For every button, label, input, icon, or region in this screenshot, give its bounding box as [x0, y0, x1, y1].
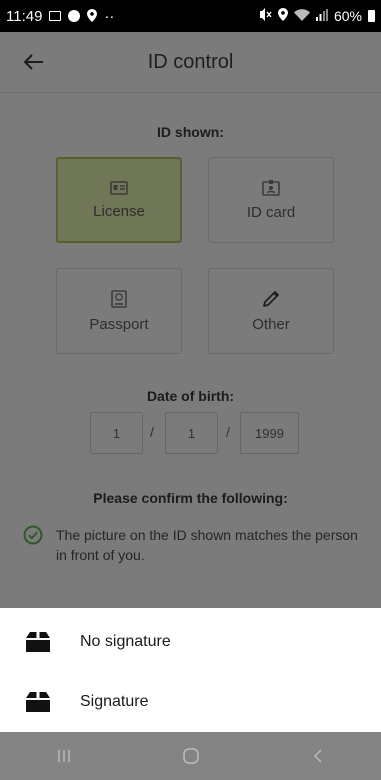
dob-separator: /: [150, 424, 154, 440]
license-icon: [110, 180, 128, 195]
back-arrow-icon[interactable]: [18, 46, 50, 78]
no-signature-label: No signature: [80, 633, 171, 650]
id-shown-title: ID shown:: [157, 124, 224, 140]
date-of-birth-section: Date of birth: 1 / 1 / 1999: [0, 388, 381, 454]
recent-apps-button[interactable]: [34, 736, 94, 776]
dob-month-input[interactable]: 1: [165, 412, 218, 454]
back-chevron-icon: [313, 749, 321, 763]
battery-percent: 60%: [333, 8, 362, 24]
id-option-label: ID card: [246, 203, 296, 221]
back-button[interactable]: [288, 736, 348, 776]
location-icon: [277, 8, 288, 24]
signature-option[interactable]: Signature: [0, 672, 381, 732]
box-icon: [26, 632, 50, 652]
signal-icon: [315, 8, 328, 24]
id-option-id-card[interactable]: ID card: [208, 157, 334, 243]
location-icon: [87, 8, 98, 24]
more-notifications: ··: [104, 7, 115, 25]
page-title: ID control: [147, 50, 234, 73]
id-option-label: Other: [252, 315, 290, 333]
pencil-icon: [263, 290, 279, 307]
signature-label: Signature: [80, 693, 149, 710]
dob-year-input[interactable]: 1999: [240, 412, 299, 454]
app-bar: ID control: [0, 32, 381, 92]
passport-icon: [111, 289, 127, 308]
confirm-item[interactable]: The picture on the ID shown matches the …: [23, 525, 363, 565]
id-option-license[interactable]: License: [56, 157, 182, 243]
id-card-icon: [262, 179, 280, 196]
home-button[interactable]: [161, 736, 221, 776]
no-signature-option[interactable]: No signature: [0, 612, 381, 672]
confirm-title: Please confirm the following:: [93, 490, 288, 506]
id-option-label: Passport: [89, 315, 149, 333]
app-screen: ID control ID shown: License ID card Pas…: [0, 32, 381, 608]
check-circle-icon: [23, 525, 43, 545]
battery-icon: [368, 10, 375, 22]
id-option-other[interactable]: Other: [208, 268, 334, 354]
dob-separator: /: [226, 424, 230, 440]
status-bar: 11:49 ·· 60%: [0, 0, 381, 32]
app-bar-divider: [0, 92, 381, 93]
box-icon: [26, 692, 50, 712]
gallery-icon: [49, 11, 62, 21]
confirm-item-text: The picture on the ID shown matches the …: [56, 527, 358, 563]
status-time: 11:49: [6, 7, 43, 25]
home-icon: [182, 748, 199, 764]
app-notification-icon: [68, 10, 81, 22]
mute-icon: [258, 8, 272, 24]
id-option-passport[interactable]: Passport: [56, 268, 182, 354]
wifi-icon: [293, 8, 310, 24]
bottom-sheet: No signature Signature: [0, 608, 381, 732]
date-of-birth-title: Date of birth:: [146, 388, 235, 404]
id-option-label: License: [93, 202, 145, 220]
dob-day-input[interactable]: 1: [90, 412, 143, 454]
recent-apps-icon: [57, 750, 70, 762]
navigation-bar: [0, 732, 381, 780]
